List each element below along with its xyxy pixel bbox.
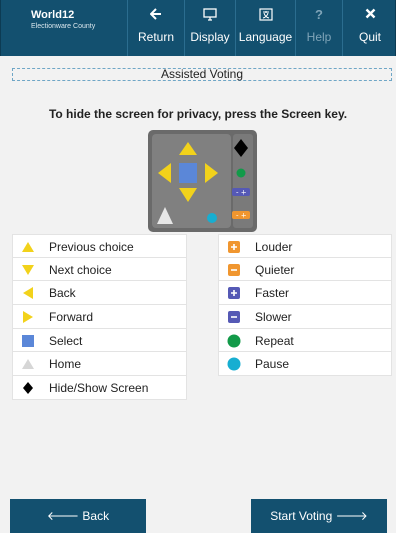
plus-purple-icon [228,287,240,300]
circle-green-icon [227,334,241,348]
legend-row: Repeat [218,328,392,353]
legend-row: Previous choice [12,234,187,258]
legend-label: Pause [255,357,290,372]
legend-row: Select [12,328,187,353]
legend-row: Next choice [12,257,187,282]
start-voting-button[interactable]: Start Voting 🡒 [251,499,387,533]
triangle-down-icon [22,264,34,275]
help-icon: ? [315,7,323,22]
keypad-keys: - + - + [157,139,250,224]
circle-teal-icon [227,357,241,371]
square-select-icon [22,334,34,347]
privacy-instruction: To hide the screen for privacy, press th… [48,107,348,121]
keypad-pause-key [207,213,217,223]
legend-row: Back [12,281,187,306]
keypad-left-key [158,163,171,183]
display-button[interactable]: Display [184,0,235,56]
brand-subtitle: Electionware County [31,23,96,30]
legend-row: Faster [218,281,392,306]
legend-label: Hide/Show Screen [49,381,149,396]
language-label: Language [238,30,293,44]
page-title: Assisted Voting [12,68,392,81]
svg-text:- +: - + [236,189,247,197]
legend-label: Repeat [255,333,294,348]
legend-label: Louder [255,240,293,254]
diamond-icon [23,382,33,395]
monitor-icon [185,0,235,22]
keypad-right-key [205,163,218,183]
triangle-up-icon [22,242,34,252]
triangle-home-icon [22,359,34,370]
brand: World12 Electionware County [31,9,95,32]
legend-label: Faster [255,286,290,301]
display-label: Display [190,30,230,44]
legend-label: Next choice [49,262,112,277]
legend-row: Hide/Show Screen [12,376,187,400]
legend-label: Slower [255,310,292,325]
legend-row: Louder [218,234,392,258]
header-bar: World12 Electionware County Return Displ… [0,0,396,56]
keypad-up-key [179,142,197,155]
plus-orange-icon [228,241,240,253]
help-button[interactable]: ? Help [295,0,342,56]
triangle-left-icon [23,287,33,300]
legend-label: Forward [49,310,94,325]
minus-orange-icon [228,263,240,276]
keypad-screen-key [234,139,248,157]
language-button[interactable]: Language [235,0,295,56]
legend-row: Forward [12,305,187,329]
arrow-left-icon: 🡐 [46,509,80,523]
back-button[interactable]: 🡐 Back [10,499,146,533]
keypad-down-key [179,188,197,202]
legend-label: Home [49,357,82,372]
return-button[interactable]: Return [127,0,184,56]
back-label: Back [82,509,110,523]
start-voting-label: Start Voting [270,509,333,523]
brand-title: World12 [31,9,75,21]
close-icon [343,0,396,22]
legend-audio: Louder Quieter Faster Slower Repeat Paus… [218,234,392,377]
legend-row: Quieter [218,257,392,282]
help-label: Help [306,30,332,44]
legend-row: Slower [218,305,392,329]
keypad-repeat-key [236,168,246,178]
return-label: Return [137,30,175,44]
arrow-right-icon: 🡒 [335,509,368,523]
legend-navigation: Previous choice Next choice Back Forward… [12,234,187,400]
keypad-home-key [157,207,173,224]
arrow-left-icon [128,0,184,22]
triangle-right-icon [23,311,33,324]
legend-label: Quieter [255,262,295,277]
minus-purple-icon [228,311,240,324]
quit-label: Quit [358,30,381,44]
keypad-select-key [179,163,197,183]
legend-row: Home [12,352,187,377]
legend-label: Select [49,333,83,348]
legend-label: Previous choice [49,240,134,254]
language-icon [236,0,295,22]
quit-button[interactable]: Quit [342,0,396,56]
legend-label: Back [49,286,76,301]
svg-text:- +: - + [236,212,247,220]
keypad-diagram: - + - + [148,130,257,232]
legend-row: Pause [218,352,392,377]
